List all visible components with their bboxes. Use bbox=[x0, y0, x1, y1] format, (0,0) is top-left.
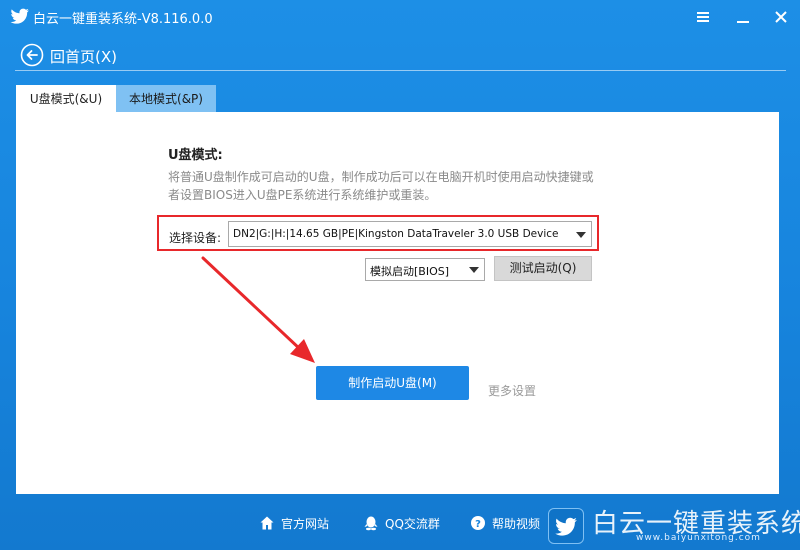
chevron-down-icon bbox=[576, 232, 586, 238]
test-boot-button[interactable]: 测试启动(Q) bbox=[494, 256, 592, 281]
qq-group-label: QQ交流群 bbox=[385, 517, 440, 531]
device-select-value: DN2|G:|H:|14.65 GB|PE|Kingston DataTrave… bbox=[233, 228, 559, 240]
app-window: 白云一键重装系统-V8.116.0.0 回首页(X) U盘模式(&U) 本地模式… bbox=[0, 0, 800, 550]
home-icon bbox=[260, 516, 274, 530]
chevron-down-icon bbox=[469, 267, 479, 273]
device-label: 选择设备: bbox=[169, 231, 222, 245]
official-site-label: 官方网站 bbox=[281, 517, 330, 531]
svg-text:?: ? bbox=[475, 519, 481, 530]
brand-url: www.baiyunxitong.com bbox=[636, 533, 761, 543]
boot-mode-value: 模拟启动[BIOS] bbox=[370, 265, 450, 278]
help-video-label: 帮助视频 bbox=[492, 517, 541, 531]
back-arrow-icon[interactable] bbox=[20, 43, 44, 67]
boot-mode-select[interactable]: 模拟启动[BIOS] bbox=[365, 258, 485, 281]
annotation-arrow-icon bbox=[201, 256, 315, 363]
window-title: 白云一键重装系统-V8.116.0.0 bbox=[33, 12, 213, 27]
help-icon: ? bbox=[471, 516, 485, 530]
more-settings-link[interactable]: 更多设置 bbox=[488, 382, 536, 399]
menu-icon[interactable] bbox=[694, 8, 712, 26]
title-bar: 白云一键重装系统-V8.116.0.0 bbox=[0, 0, 800, 33]
back-home-link[interactable]: 回首页(X) bbox=[50, 46, 117, 67]
tab-usb-mode[interactable]: U盘模式(&U) bbox=[16, 85, 116, 113]
brand-bird-icon bbox=[555, 517, 577, 536]
close-icon[interactable] bbox=[772, 8, 790, 26]
qq-icon bbox=[364, 516, 378, 531]
device-select[interactable]: DN2|G:|H:|14.65 GB|PE|Kingston DataTrave… bbox=[228, 221, 592, 247]
minimize-icon[interactable] bbox=[734, 8, 752, 26]
header-divider bbox=[15, 70, 786, 71]
make-bootable-usb-button[interactable]: 制作启动U盘(M) bbox=[316, 366, 469, 400]
brand-logo bbox=[548, 508, 584, 544]
tab-local-mode[interactable]: 本地模式(&P) bbox=[116, 85, 216, 113]
mode-description: 将普通U盘制作成可启动的U盘，制作成功后可以在电脑开机时使用启动快捷键或者设置B… bbox=[168, 170, 594, 202]
section-title: U盘模式: bbox=[168, 148, 223, 163]
bird-logo-icon bbox=[10, 8, 29, 24]
